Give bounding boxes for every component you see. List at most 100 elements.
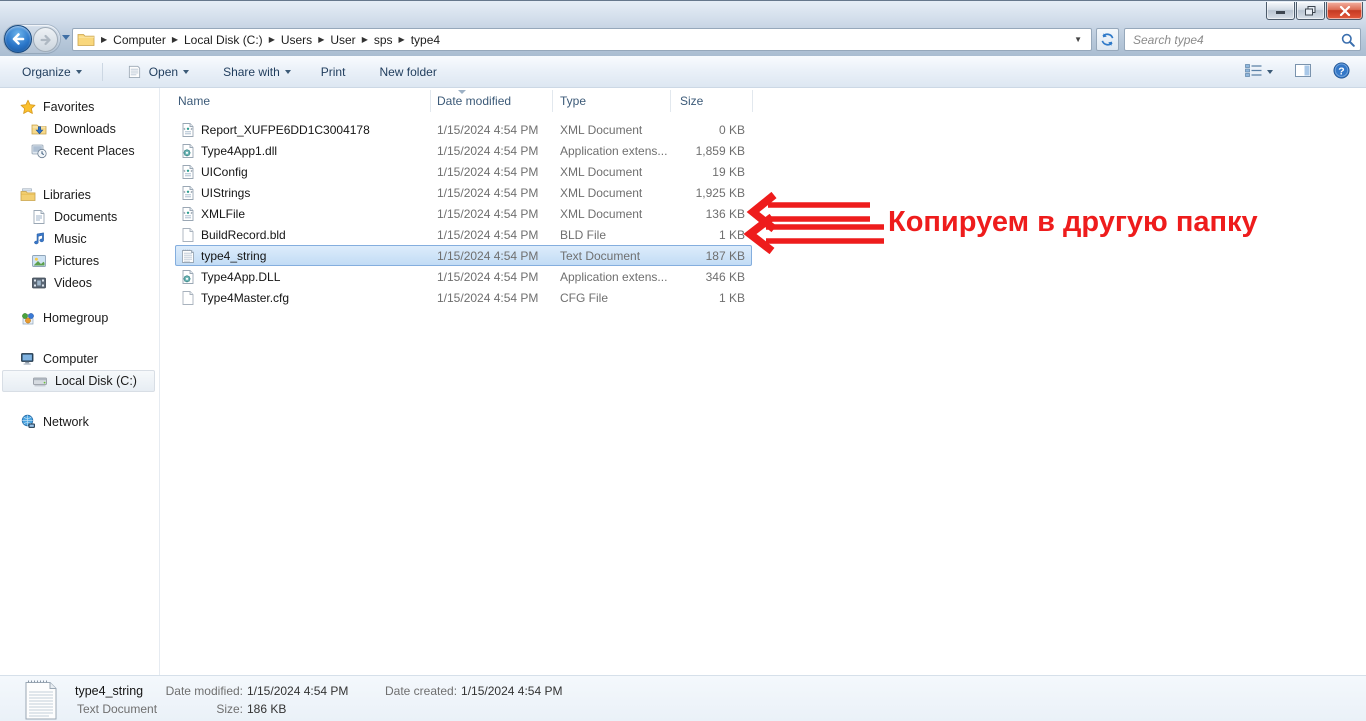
- sidebar-item-music[interactable]: Music: [0, 228, 159, 250]
- refresh-icon: [1101, 33, 1114, 46]
- file-row-report-xufpe6dd1c3004178[interactable]: Report_XUFPE6DD1C3004178 1/15/2024 4:54 P…: [161, 119, 757, 140]
- chevron-down-icon: [1267, 70, 1273, 74]
- downloads-icon: [31, 121, 47, 137]
- libraries-icon: [20, 187, 36, 203]
- column-divider[interactable]: [430, 90, 431, 112]
- breadcrumb-item-type4[interactable]: type4: [411, 33, 440, 47]
- sidebar-item-label: Recent Places: [54, 144, 135, 158]
- file-row-buildrecord-bld[interactable]: BuildRecord.bld 1/15/2024 4:54 PM BLD File…: [161, 224, 757, 245]
- file-list-rows: Report_XUFPE6DD1C3004178 1/15/2024 4:54 P…: [161, 119, 757, 308]
- file-row-type4app1-dll[interactable]: Type4App1.dll 1/15/2024 4:54 PM Applicatio…: [161, 140, 757, 161]
- file-size: 187 KB: [705, 248, 745, 263]
- sidebar-item-label: Network: [43, 415, 89, 429]
- organize-button[interactable]: Organize: [16, 61, 88, 83]
- preview-pane-button[interactable]: [1291, 61, 1315, 83]
- breadcrumb-item-user[interactable]: User: [330, 33, 355, 47]
- window-titlebar: ▶ Computer ▶ Local Disk (C:) ▶ Users ▶ User ▶ sps…: [0, 0, 1366, 56]
- disk-icon: [32, 373, 48, 389]
- breadcrumb-separator-icon[interactable]: ▶: [318, 35, 324, 44]
- breadcrumb-separator-icon[interactable]: ▶: [399, 35, 405, 44]
- change-view-button[interactable]: [1241, 61, 1277, 83]
- refresh-button[interactable]: [1096, 28, 1119, 51]
- file-name: Type4App1.dll: [201, 143, 278, 158]
- file-row-uiconfig[interactable]: UIConfig 1/15/2024 4:54 PM XML Document 19 …: [161, 161, 757, 182]
- print-button[interactable]: Print: [315, 61, 352, 83]
- address-dropdown-icon[interactable]: ▼: [1067, 35, 1089, 44]
- share-with-button[interactable]: Share with: [217, 61, 297, 83]
- search-box[interactable]: [1124, 28, 1361, 51]
- breadcrumb-item-users[interactable]: Users: [281, 33, 312, 47]
- file-type: XML Document: [560, 185, 643, 200]
- annotation-text: Копируем в другую папку: [888, 206, 1258, 238]
- file-row-type4master-cfg[interactable]: Type4Master.cfg 1/15/2024 4:54 PM CFG File…: [161, 287, 757, 308]
- breadcrumb: ▶ Computer ▶ Local Disk (C:) ▶ Users ▶ User ▶ sps…: [95, 33, 440, 47]
- sidebar-item-downloads[interactable]: Downloads: [0, 118, 159, 140]
- search-input[interactable]: [1133, 32, 1341, 47]
- sidebar-item-pictures[interactable]: Pictures: [0, 250, 159, 272]
- close-button[interactable]: [1326, 2, 1363, 20]
- breadcrumb-separator-icon[interactable]: ▶: [172, 35, 178, 44]
- breadcrumb-item-local-disk-c[interactable]: Local Disk (C:): [184, 33, 263, 47]
- dll-file-icon: [180, 143, 196, 159]
- breadcrumb-separator-icon[interactable]: ▶: [362, 35, 368, 44]
- sidebar-item-libraries[interactable]: Libraries: [0, 184, 159, 206]
- forward-button[interactable]: [33, 27, 58, 52]
- restore-button[interactable]: [1296, 2, 1325, 20]
- date-modified-value: 1/15/2024 4:54 PM: [247, 684, 349, 698]
- file-row-xmlfile[interactable]: XMLFile 1/15/2024 4:54 PM XML Document 136 …: [161, 203, 757, 224]
- column-divider[interactable]: [752, 90, 753, 112]
- open-button[interactable]: Open: [121, 60, 195, 84]
- file-row-type4-string[interactable]: type4_string 1/15/2024 4:54 PM Text Docume…: [161, 245, 757, 266]
- search-icon[interactable]: [1341, 33, 1355, 47]
- sidebar-item-videos[interactable]: Videos: [0, 272, 159, 294]
- file-file-icon: [180, 227, 196, 243]
- sidebar-item-favorites[interactable]: Favorites: [0, 96, 159, 118]
- forward-arrow-icon: [39, 34, 51, 45]
- breadcrumb-item-sps[interactable]: sps: [374, 33, 393, 47]
- column-header-date-modified[interactable]: Date modified: [437, 94, 511, 108]
- sidebar-item-recent-places[interactable]: Recent Places: [0, 140, 159, 162]
- sidebar-item-local-disk-c[interactable]: Local Disk (C:): [2, 370, 155, 392]
- recent-pages-dropdown[interactable]: [62, 35, 70, 40]
- chevron-down-icon: [75, 69, 82, 74]
- sort-indicator-icon: [458, 90, 466, 94]
- column-header-size[interactable]: Size: [680, 94, 703, 108]
- dll-file-icon: [180, 269, 196, 285]
- file-list-pane: Name Date modified Type Size Report_XUFP…: [161, 88, 1366, 675]
- preview-pane-icon: [1295, 64, 1311, 80]
- file-row-type4app-dll[interactable]: Type4App.DLL 1/15/2024 4:54 PM Application…: [161, 266, 757, 287]
- new-folder-button[interactable]: New folder: [373, 61, 442, 83]
- column-divider[interactable]: [552, 90, 553, 112]
- address-bar[interactable]: ▶ Computer ▶ Local Disk (C:) ▶ Users ▶ User ▶ sps…: [72, 28, 1092, 51]
- breadcrumb-item-computer[interactable]: Computer: [113, 33, 166, 47]
- sidebar-item-computer[interactable]: Computer: [0, 348, 159, 370]
- file-date-modified: 1/15/2024 4:54 PM: [437, 206, 539, 221]
- column-header-name[interactable]: Name: [178, 94, 210, 108]
- sidebar-item-homegroup[interactable]: Homegroup: [0, 307, 159, 329]
- sidebar-item-documents[interactable]: Documents: [0, 206, 159, 228]
- xml-file-icon: [180, 206, 196, 222]
- star-icon: [20, 99, 36, 115]
- sidebar-item-network[interactable]: Network: [0, 411, 159, 433]
- annotation-arrows: [743, 191, 884, 255]
- file-name: BuildRecord.bld: [201, 227, 286, 242]
- chevron-down-icon: [284, 69, 291, 74]
- file-date-modified: 1/15/2024 4:54 PM: [437, 185, 539, 200]
- file-size: 19 KB: [712, 164, 745, 179]
- sidebar-item-label: Favorites: [43, 100, 95, 114]
- file-type: Application extens...: [560, 269, 668, 284]
- file-type: Application extens...: [560, 143, 668, 158]
- navigation-pane: Favorites Downloads Recent Places Libraries…: [0, 88, 160, 675]
- breadcrumb-separator-icon[interactable]: ▶: [101, 35, 107, 44]
- details-date-modified: Date modified: 1/15/2024 4:54 PM: [165, 684, 349, 698]
- column-divider[interactable]: [670, 90, 671, 112]
- file-date-modified: 1/15/2024 4:54 PM: [437, 248, 539, 263]
- help-button[interactable]: ?: [1329, 59, 1354, 85]
- breadcrumb-separator-icon[interactable]: ▶: [269, 35, 275, 44]
- date-created-label: Date created:: [385, 684, 458, 698]
- file-row-uistrings[interactable]: UIStrings 1/15/2024 4:54 PM XML Document 1,…: [161, 182, 757, 203]
- column-header-type[interactable]: Type: [560, 94, 586, 108]
- back-button[interactable]: [4, 25, 32, 53]
- folder-icon: [77, 32, 95, 48]
- minimize-button[interactable]: [1266, 2, 1295, 20]
